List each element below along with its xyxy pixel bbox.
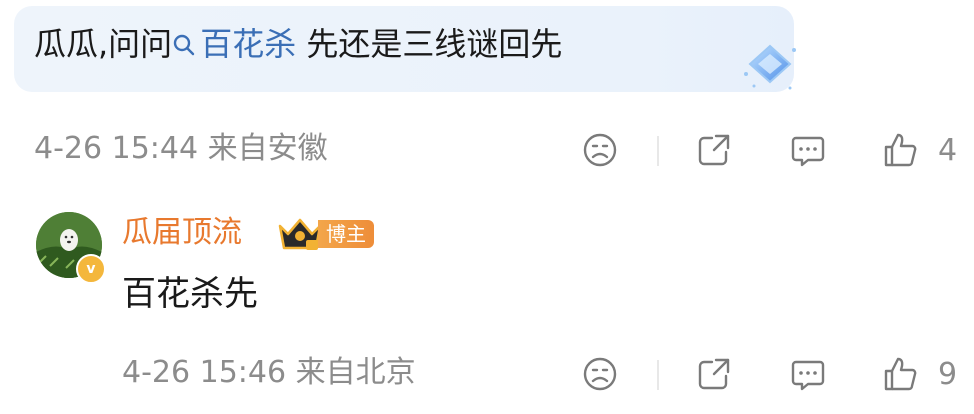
like-icon[interactable]	[880, 130, 920, 170]
comment-text: 瓜瓜,问问 百花杀 先还是三线谜回先	[34, 24, 562, 64]
divider	[657, 136, 659, 166]
gem-icon	[740, 40, 800, 92]
crown-icon	[276, 216, 324, 254]
comment-text-after: 先还是三线谜回先	[296, 25, 563, 63]
reply-meta-row: 4-26 15:46 来自北京 9	[0, 350, 974, 396]
comment-meta: 4-26 15:44 来自安徽	[34, 131, 328, 166]
divider	[657, 360, 659, 390]
like-count: 9	[938, 357, 958, 392]
share-icon[interactable]	[694, 130, 734, 170]
dislike-icon[interactable]	[580, 354, 620, 394]
dislike-icon[interactable]	[580, 130, 620, 170]
author-badge: 博主	[318, 220, 374, 248]
comment-icon[interactable]	[788, 130, 828, 170]
comment-icon[interactable]	[788, 354, 828, 394]
comment-text-before: 瓜瓜,问问	[34, 25, 173, 63]
author-name[interactable]: 瓜届顶流	[122, 214, 242, 252]
search-icon	[172, 26, 196, 56]
reply-meta: 4-26 15:46 来自北京	[122, 355, 416, 390]
comment-meta-row: 4-26 15:44 来自安徽 4	[0, 126, 974, 172]
verified-icon: v	[76, 254, 106, 284]
share-icon[interactable]	[694, 354, 734, 394]
topic-link-label[interactable]: 百花杀	[200, 25, 296, 63]
reply-text: 百花杀先	[122, 274, 258, 314]
topic-link[interactable]: 百花杀	[172, 25, 296, 63]
like-icon[interactable]	[880, 354, 920, 394]
like-count: 4	[938, 133, 958, 168]
